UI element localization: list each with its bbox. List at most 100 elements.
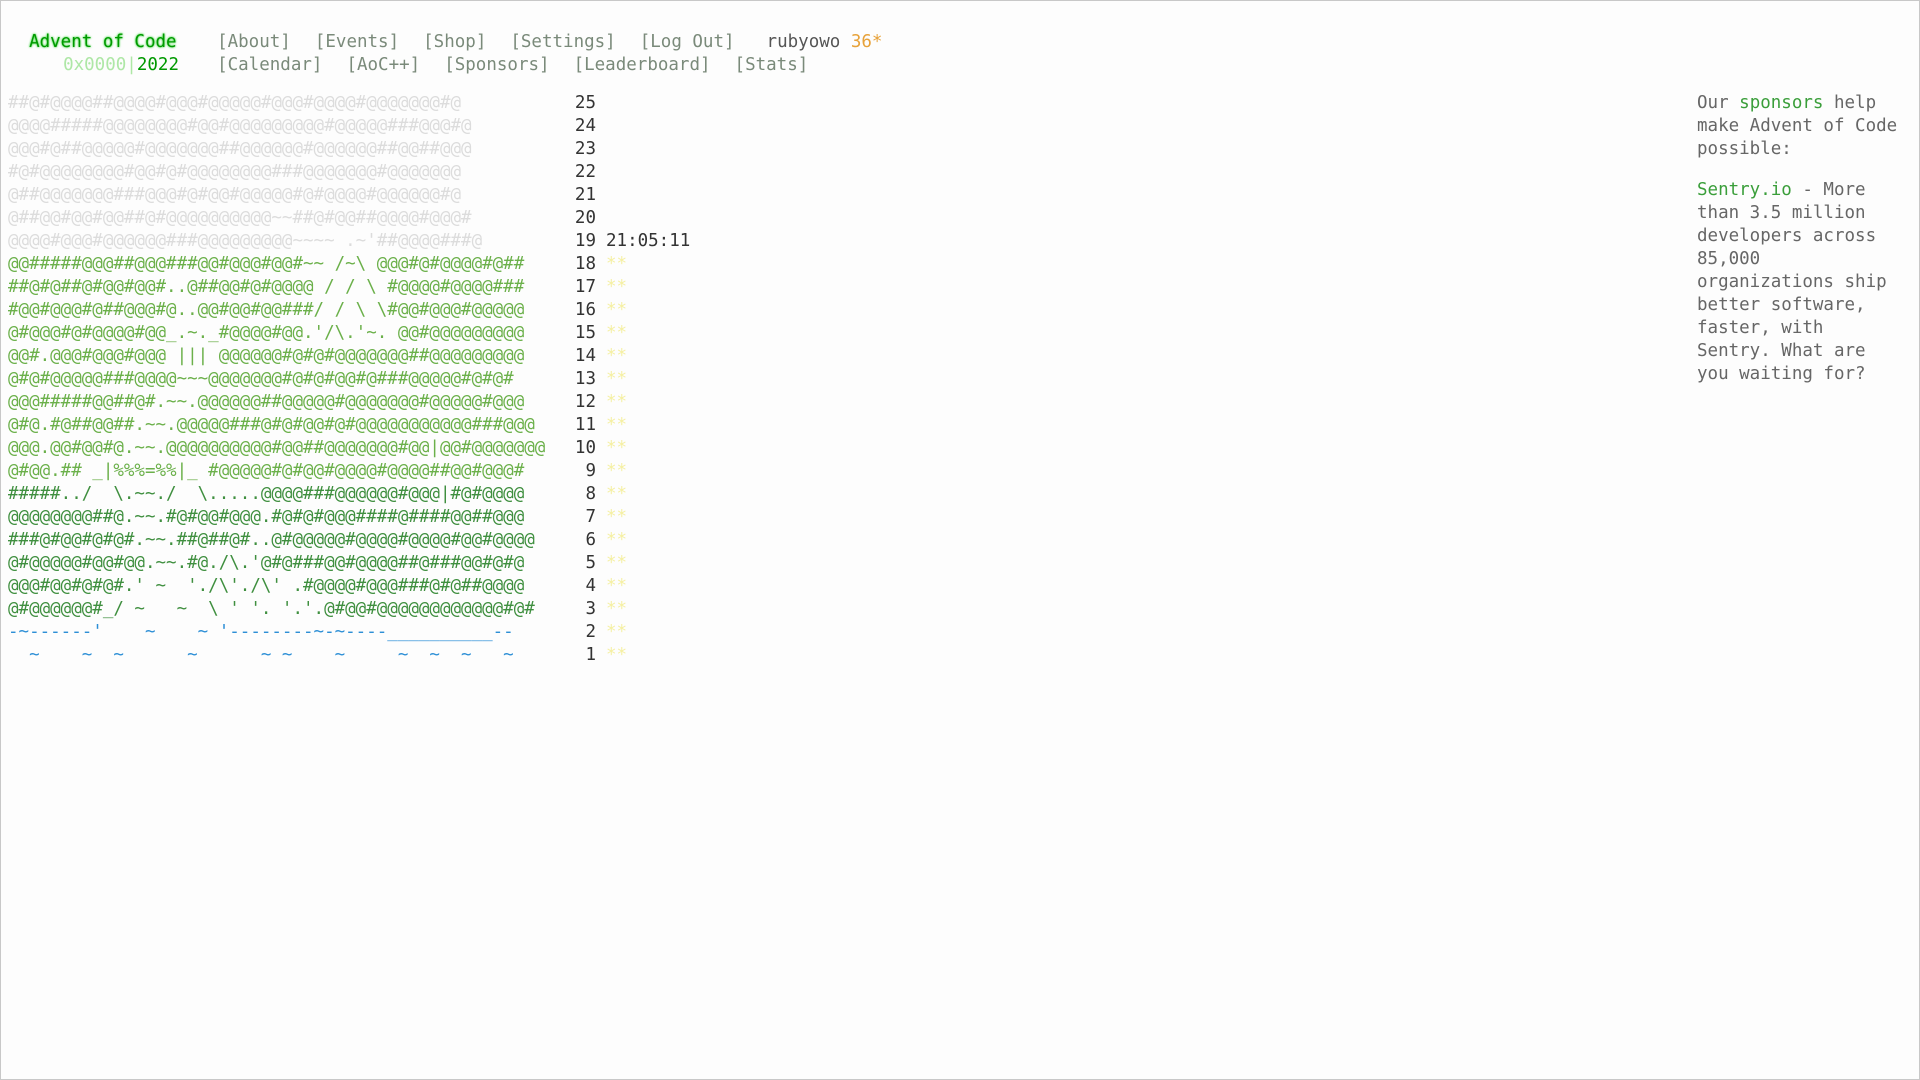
calendar-day-16[interactable]: #@@#@@@#@##@@@#@..@@#@@#@@###/ / \ \#@@#… (8, 299, 690, 322)
calendar-art: @@#####@@@##@@@###@@#@@@#@@#~~ /~\ @@@#@… (8, 254, 525, 274)
calendar-day-13[interactable]: @#@#@@@@@###@@@@~~~@@@@@@@#@#@#@@#@###@@… (8, 368, 690, 391)
calendar-day-25[interactable]: ##@#@@@@##@@@@#@@@#@@@@@#@@@#@@@@#@@@@@@… (8, 92, 690, 115)
day-stars: ** (606, 369, 628, 389)
calendar-art: -~------' ~ ~ '--------~-~----__________… (8, 622, 514, 642)
calendar-art: @@@.@@#@@#@.~~.@@@@@@@@@@#@@##@@@@@@@#@@… (8, 438, 546, 458)
calendar-day-19[interactable]: @@@@#@@@#@@@@@@###@@@@@@@@@~~~~ .~'##@@@… (8, 230, 690, 253)
calendar-day-number: 22 (574, 162, 596, 182)
day-stars: ** (606, 507, 628, 527)
calendar-art: @#@@@@@@#_/ ~ ~ \ ' '. '.'.@#@@#@@@@@@@@… (8, 599, 535, 619)
calendar-day-number: 8 (585, 484, 596, 504)
nav-stats-link[interactable]: [Stats] (735, 55, 809, 75)
calendar-day-17[interactable]: ##@#@##@#@@#@@#..@##@@#@#@@@@ / / \ #@@@… (8, 276, 690, 299)
nav-calendar-link[interactable]: [Calendar] (217, 55, 322, 75)
calendar-art: @#@#@@@@@###@@@@~~~@@@@@@@#@#@#@@#@###@@… (8, 369, 514, 389)
calendar-day-2[interactable]: -~------' ~ ~ '--------~-~----__________… (8, 621, 690, 644)
day-stars: ** (606, 553, 628, 573)
calendar-art: #@@#@@@#@##@@@#@..@@#@@#@@###/ / \ \#@@#… (8, 300, 525, 320)
calendar-day-number: 15 (574, 323, 596, 343)
calendar-day-6[interactable]: ###@#@@#@#@#.~~.##@##@#..@#@@@@@#@@@@#@@… (8, 529, 690, 552)
calendar-art: @@@#####@@##@#.~~.@@@@@@##@@@@@#@@@@@@@#… (8, 392, 525, 412)
day-stars: ** (606, 392, 628, 412)
calendar-art: ##@#@@@@##@@@@#@@@#@@@@@#@@@#@@@@#@@@@@@… (8, 93, 462, 113)
calendar-day-8[interactable]: #####../ \.~~./ \.....@@@@###@@@@@@#@@@|… (8, 483, 690, 506)
calendar-day-number: 9 (585, 461, 596, 481)
day-stars: ** (606, 300, 628, 320)
calendar-day-11[interactable]: @#@.#@##@@##.~~.@@@@@###@#@#@@#@#@@@@@@@… (8, 414, 690, 437)
calendar-day-number: 1 (585, 645, 596, 665)
calendar-day-number: 18 (574, 254, 596, 274)
calendar-day-number: 21 (574, 185, 596, 205)
calendar-day-14[interactable]: @@#.@@@#@@@#@@@ ||| @@@@@@#@#@#@@@@@@@##… (8, 345, 690, 368)
calendar-art: #####../ \.~~./ \.....@@@@###@@@@@@#@@@|… (8, 484, 525, 504)
calendar-art: @@#.@@@#@@@#@@@ ||| @@@@@@#@#@#@@@@@@@##… (8, 346, 525, 366)
day-stars: ** (606, 323, 628, 343)
sponsor-entry: Sentry.io - More than 3.5 million develo… (1697, 179, 1902, 386)
calendar-day-number: 13 (574, 369, 596, 389)
calendar-day-number: 16 (574, 300, 596, 320)
day-stars: ** (606, 484, 628, 504)
calendar-day-9[interactable]: @#@@.## _|%%%=%%|_ #@@@@@#@#@@#@@@@#@@@@… (8, 460, 690, 483)
calendar-day-number: 3 (585, 599, 596, 619)
day-stars: ** (606, 461, 628, 481)
sponsor-description: - More than 3.5 million developers acros… (1697, 180, 1887, 384)
calendar-day-4[interactable]: @@@#@@#@#@#.' ~ './\'./\' .#@@@@#@@@###@… (8, 575, 690, 598)
calendar-day-number: 23 (574, 139, 596, 159)
calendar-day-21[interactable]: @##@@@@@@@###@@@#@#@@#@@@@@#@#@@@@#@@@@@… (8, 184, 690, 207)
calendar-day-1[interactable]: ~ ~ ~ ~ ~ ~ ~ ~ ~ ~ ~ 1 ** (8, 644, 690, 667)
calendar-day-number: 7 (585, 507, 596, 527)
calendar-art: ~ ~ ~ ~ ~ ~ ~ ~ ~ ~ ~ (8, 645, 514, 665)
calendar-art: @@@#@##@@@@@#@@@@@@@##@@@@@@#@@@@@@##@@#… (8, 139, 472, 159)
day-stars: ** (606, 576, 628, 596)
calendar-art: ###@#@@#@#@#.~~.##@##@#..@#@@@@@#@@@@#@@… (8, 530, 535, 550)
calendar-day-10[interactable]: @@@.@@#@@#@.~~.@@@@@@@@@@#@@##@@@@@@@#@@… (8, 437, 690, 460)
year-number: 2022 (136, 55, 179, 75)
calendar-day-3[interactable]: @#@@@@@@#_/ ~ ~ \ ' '. '.'.@#@@#@@@@@@@@… (8, 598, 690, 621)
calendar-art: ##@#@##@#@@#@@#..@##@@#@#@@@@ / / \ #@@@… (8, 277, 525, 297)
calendar-day-22[interactable]: #@#@@@@@@@@#@@#@#@@@@@@@@###@@@@@@@#@@@@… (8, 161, 690, 184)
calendar-day-12[interactable]: @@@#####@@##@#.~~.@@@@@@##@@@@@#@@@@@@@#… (8, 391, 690, 414)
sentry-link[interactable]: Sentry.io (1697, 180, 1792, 200)
calendar-day-number: 12 (574, 392, 596, 412)
calendar-day-5[interactable]: @#@@@@@#@@#@@.~~.#@./\.'@#@###@@#@@@@##@… (8, 552, 690, 575)
calendar-day-number: 19 (574, 231, 596, 251)
calendar-day-number: 25 (574, 93, 596, 113)
calendar-day-number: 5 (585, 553, 596, 573)
calendar-day-15[interactable]: @#@@@#@#@@@@#@@_.~._#@@@@#@@.'/\.'~. @@#… (8, 322, 690, 345)
calendar-art: @@@@#@@@#@@@@@@###@@@@@@@@@~~~~ .~'##@@@… (8, 231, 483, 251)
calendar-day-24[interactable]: @@@@#####@@@@@@@@#@@#@@@@@@@@@#@@@@@###@… (8, 115, 690, 138)
nav-aocpp-link[interactable]: [AoC++] (346, 55, 420, 75)
nav-sponsors-link[interactable]: [Sponsors] (444, 55, 549, 75)
unlock-countdown: 21:05:11 (606, 231, 691, 251)
day-stars: ** (606, 438, 628, 458)
calendar-day-20[interactable]: @##@@#@@#@@##@#@@@@@@@@@@~~##@#@@##@@@@#… (8, 207, 690, 230)
calendar-day-number: 6 (585, 530, 596, 550)
calendar-day-23[interactable]: @@@#@##@@@@@#@@@@@@@##@@@@@@#@@@@@@##@@#… (8, 138, 690, 161)
day-stars: ** (606, 415, 628, 435)
sponsors-link[interactable]: sponsors (1739, 93, 1823, 113)
day-stars: ** (606, 645, 628, 665)
nav-leaderboard-link[interactable]: [Leaderboard] (574, 55, 711, 75)
calendar-day-number: 14 (574, 346, 596, 366)
calendar-day-number: 11 (574, 415, 596, 435)
calendar-art: @@@@#####@@@@@@@@#@@#@@@@@@@@@#@@@@@###@… (8, 116, 472, 136)
calendar-art: @#@@.## _|%%%=%%|_ #@@@@@#@#@@#@@@@#@@@@… (8, 461, 525, 481)
year-prefix: 0x0000| (63, 55, 137, 75)
day-stars: ** (606, 254, 628, 274)
calendar-art: @#@.#@##@@##.~~.@@@@@###@#@#@@#@#@@@@@@@… (8, 415, 535, 435)
calendar-art: @@@@@@@@##@.~~.#@#@@#@@@.#@#@#@@@####@##… (8, 507, 525, 527)
calendar-art: @@@#@@#@#@#.' ~ './\'./\' .#@@@@#@@@###@… (8, 576, 525, 596)
calendar-art: #@#@@@@@@@@#@@#@#@@@@@@@@###@@@@@@@#@@@@… (8, 162, 462, 182)
calendar-day-number: 20 (574, 208, 596, 228)
day-stars: ** (606, 530, 628, 550)
day-stars: ** (606, 599, 628, 619)
calendar-day-number: 17 (574, 277, 596, 297)
event-year[interactable]: 0x0000|2022 (29, 54, 217, 77)
calendar-day-18[interactable]: @@#####@@@##@@@###@@#@@@#@@#~~ /~\ @@@#@… (8, 253, 690, 276)
calendar-art: @##@@@@@@@###@@@#@#@@#@@@@@#@#@@@@#@@@@@… (8, 185, 462, 205)
calendar-day-7[interactable]: @@@@@@@@##@.~~.#@#@@#@@@.#@#@#@@@####@##… (8, 506, 690, 529)
calendar-art: @#@@@#@#@@@@#@@_.~._#@@@@#@@.'/\.'~. @@#… (8, 323, 525, 343)
day-stars: ** (606, 622, 628, 642)
calendar-art: @#@@@@@#@@#@@.~~.#@./\.'@#@###@@#@@@@##@… (8, 553, 525, 573)
calendar-day-number: 4 (585, 576, 596, 596)
